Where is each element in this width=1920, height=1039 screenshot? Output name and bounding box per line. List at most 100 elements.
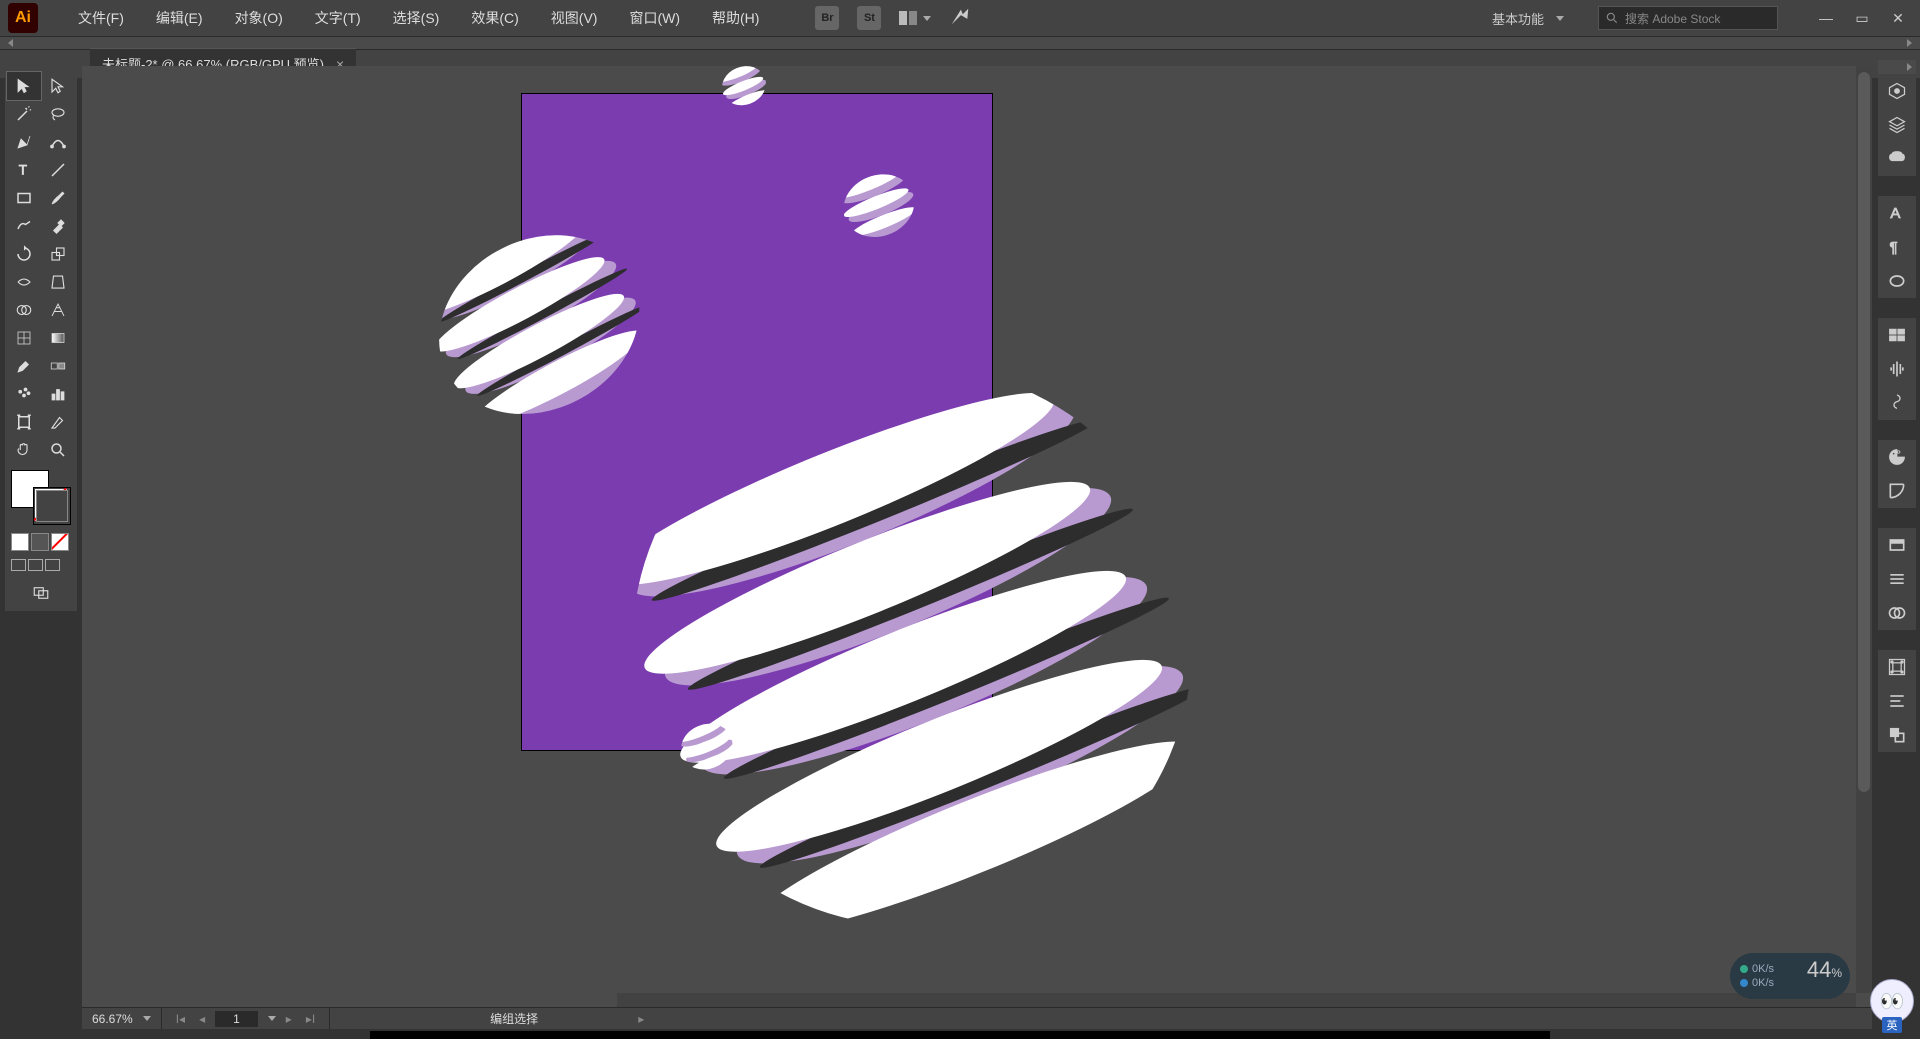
direct-selection-tool[interactable] [41,72,75,100]
stroke-panel-icon[interactable] [1878,650,1916,684]
collapse-right-icon[interactable] [1907,39,1912,47]
menu-effect[interactable]: 效果(C) [455,0,534,36]
pen-tool[interactable] [7,128,41,156]
workspace-switcher[interactable]: 基本功能 [1492,9,1544,28]
gradient-tool[interactable] [41,324,75,352]
rectangle-tool[interactable] [7,184,41,212]
artboard-prev-icon[interactable]: ◂ [195,1012,209,1026]
stroke-color-swatch[interactable] [33,487,71,525]
art-sphere-tiny-bottom[interactable] [687,726,729,768]
slice-tool[interactable] [41,408,75,436]
menu-help[interactable]: 帮助(H) [696,0,775,36]
window-minimize[interactable]: — [1812,8,1840,28]
search-stock[interactable]: 搜索 Adobe Stock [1598,6,1778,30]
symbols-panel-icon[interactable] [1878,596,1916,630]
properties-panel-icon[interactable] [1878,74,1916,108]
eraser-tool[interactable] [41,212,75,240]
opentype-panel-icon[interactable] [1878,264,1916,298]
art-sphere-medium[interactable] [460,246,620,406]
art-sphere-small-1[interactable] [852,178,910,236]
column-graph-tool[interactable] [41,380,75,408]
color-mode-solid[interactable] [11,533,29,551]
line-tool[interactable] [41,156,75,184]
menu-view[interactable]: 视图(V) [535,0,614,36]
paragraph-panel-icon[interactable]: ¶ [1878,230,1916,264]
curvature-tool[interactable] [41,128,75,156]
cc-libraries-icon[interactable] [1878,142,1916,176]
bridge-icon[interactable]: Br [815,6,839,30]
artboard-first-icon[interactable]: I◂ [172,1012,189,1026]
free-transform-tool[interactable] [41,268,75,296]
magic-wand-tool[interactable] [7,100,41,128]
stock-icon[interactable]: St [857,6,881,30]
art-sphere-large[interactable] [712,446,1112,846]
shape-builder-tool[interactable] [7,296,41,324]
mesh-tool[interactable] [7,324,41,352]
canvas-area[interactable] [82,66,1872,1009]
gradient-panel-icon[interactable] [1878,684,1916,718]
color-mode-none[interactable] [51,533,69,551]
artboard-tool[interactable] [7,408,41,436]
status-mode[interactable]: 编组选择 [330,1008,548,1029]
menu-window[interactable]: 窗口(W) [613,0,696,36]
art-sphere-tiny-top[interactable] [727,68,763,104]
color-mode-gradient[interactable] [31,533,49,551]
menu-type[interactable]: 文字(T) [299,0,377,36]
dock-collapse-icon[interactable] [1907,63,1912,71]
draw-behind-icon[interactable] [28,559,43,571]
upload-speed: 0K/s [1752,963,1774,975]
lasso-tool[interactable] [41,100,75,128]
rotate-tool[interactable] [7,240,41,268]
pathfinder-panel-icon[interactable] [1878,352,1916,386]
transparency-panel-icon[interactable] [1878,718,1916,752]
network-speed-widget[interactable]: 0K/s 0K/s 44% [1730,953,1850,999]
symbol-sprayer-tool[interactable] [7,380,41,408]
svg-text:¶: ¶ [1890,239,1898,256]
menu-file[interactable]: 文件(F) [62,0,140,36]
brushes-panel-icon[interactable] [1878,562,1916,596]
blend-tool[interactable] [41,352,75,380]
layers-panel-icon[interactable] [1878,108,1916,142]
artboard-last-icon[interactable]: ▸I [302,1012,319,1026]
eyedropper-tool[interactable] [7,352,41,380]
transform-panel-icon[interactable] [1878,386,1916,420]
color-panel-icon[interactable] [1878,440,1916,474]
artboard-nav: I◂ ◂ 1 ▸ ▸I [162,1008,330,1029]
menu-bar: Ai 文件(F) 编辑(E) 对象(O) 文字(T) 选择(S) 效果(C) 视… [0,0,1920,36]
draw-inside-icon[interactable] [45,559,60,571]
ime-indicator[interactable]: 英 [1882,1017,1902,1033]
artboard-next-icon[interactable]: ▸ [282,1012,296,1026]
screen-mode-tool[interactable] [7,579,75,607]
zoom-level[interactable]: 66.67% [82,1008,162,1029]
draw-mode-row [7,553,75,573]
menu-quick-icons: Br St [815,6,971,31]
zoom-tool[interactable] [41,436,75,464]
scale-tool[interactable] [41,240,75,268]
selection-tool[interactable] [7,72,41,100]
perspective-grid-tool[interactable] [41,296,75,324]
type-tool[interactable]: T [7,156,41,184]
fill-stroke-swatch[interactable] [11,470,71,525]
hand-tool[interactable] [7,436,41,464]
gpu-preview-icon[interactable] [949,6,971,31]
swatches-panel-icon[interactable] [1878,528,1916,562]
draw-normal-icon[interactable] [11,559,26,571]
width-tool[interactable] [7,268,41,296]
menu-object[interactable]: 对象(O) [219,0,299,36]
tool-panel: T [5,68,77,611]
arrange-docs-icon[interactable] [899,11,931,25]
shaper-tool[interactable] [7,212,41,240]
artboard-index[interactable]: 1 [215,1011,258,1027]
character-panel-icon[interactable]: A [1878,196,1916,230]
collapse-left-icon[interactable] [8,39,13,47]
window-maximize[interactable]: ▭ [1848,8,1876,28]
color-guide-panel-icon[interactable] [1878,474,1916,508]
window-close[interactable]: ✕ [1884,8,1912,28]
menu-edit[interactable]: 编辑(E) [140,0,219,36]
vertical-scrollbar[interactable] [1856,66,1872,993]
status-menu-arrow-icon[interactable]: ▸ [638,1012,644,1026]
taskbar-hint [370,1031,1550,1039]
menu-select[interactable]: 选择(S) [377,0,456,36]
align-panel-icon[interactable] [1878,318,1916,352]
paintbrush-tool[interactable] [41,184,75,212]
